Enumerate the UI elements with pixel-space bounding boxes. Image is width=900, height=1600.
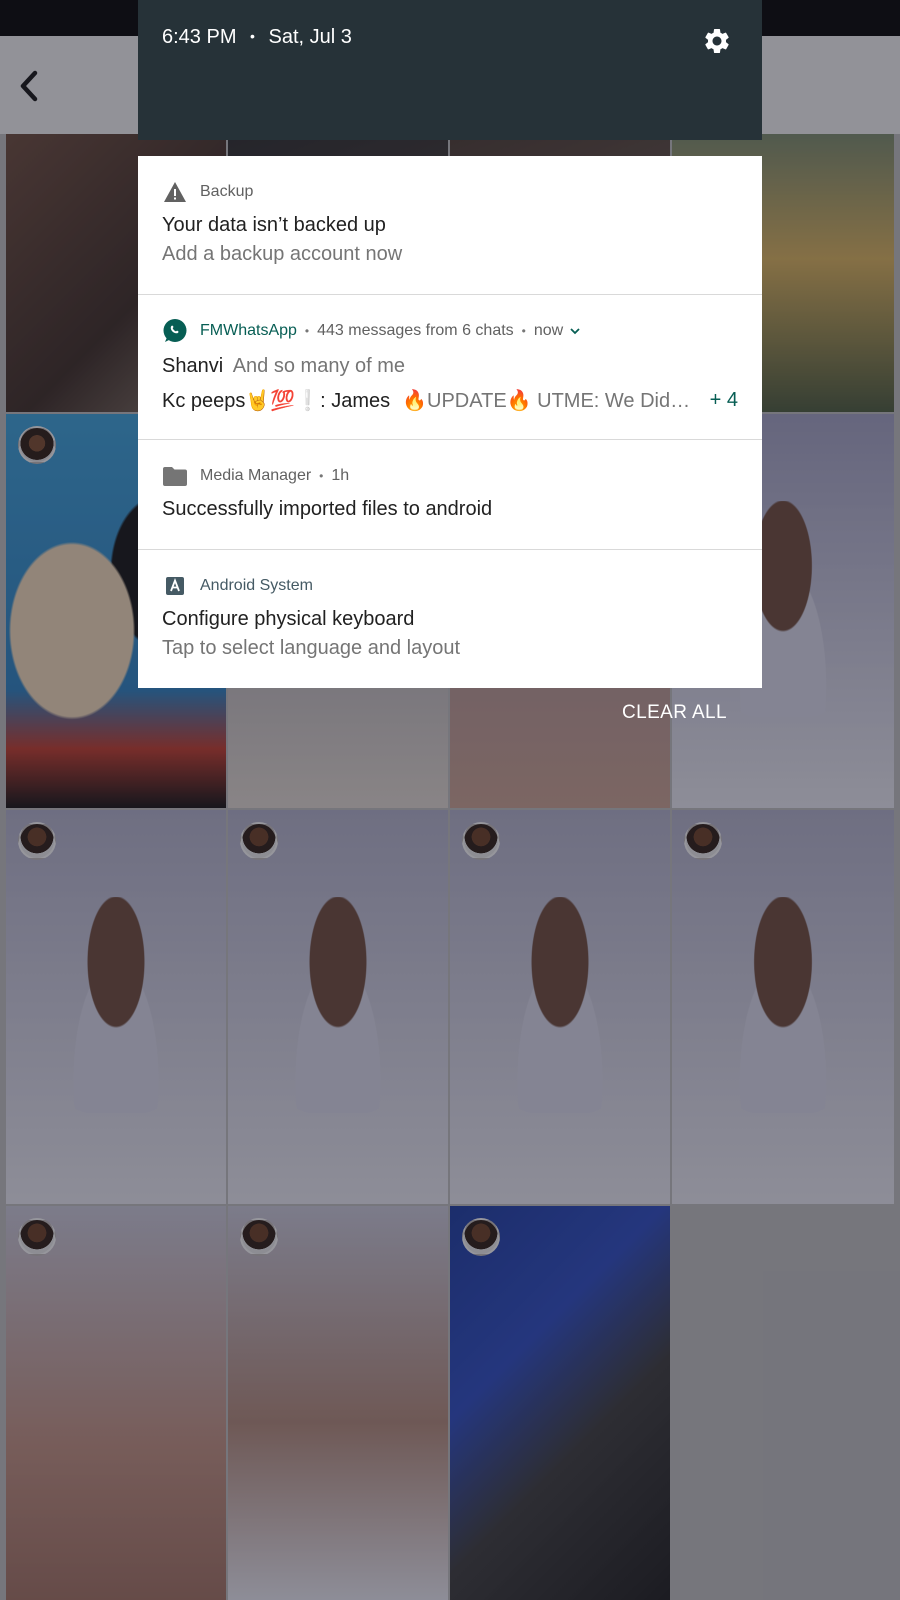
separator-dot: • <box>304 324 310 338</box>
notification-header: FMWhatsApp • 443 messages from 6 chats •… <box>162 319 738 343</box>
notification-whatsapp[interactable]: FMWhatsApp • 443 messages from 6 chats •… <box>138 295 762 440</box>
notification-backup[interactable]: Backup Your data isn’t backed up Add a b… <box>138 156 762 295</box>
notification-title: Successfully imported files to android <box>162 498 493 520</box>
settings-button[interactable] <box>702 26 732 56</box>
notification-app-name: Backup <box>200 183 254 200</box>
message-sender: Kc peeps🤘💯❕: James <box>162 390 391 412</box>
notification-app-name: FMWhatsApp <box>200 322 297 339</box>
notification-header: Backup <box>162 180 738 204</box>
warning-icon <box>162 180 188 204</box>
notification-title: Your data isn’t backed up <box>162 214 386 236</box>
folder-icon <box>162 464 188 488</box>
notification-media-manager[interactable]: Media Manager • 1h Successfully imported… <box>138 440 762 550</box>
notification-list: Backup Your data isn’t backed up Add a b… <box>138 156 762 688</box>
whatsapp-icon <box>162 319 188 343</box>
shade-time: 6:43 PM <box>162 26 237 48</box>
shade-datetime: 6:43 PM • Sat, Jul 3 <box>162 26 352 49</box>
android-a-icon <box>162 574 188 598</box>
notification-text: Add a backup account now <box>162 243 403 265</box>
separator-dot: • <box>521 324 526 338</box>
settings-gear-icon <box>705 28 729 53</box>
notification-title: Configure physical keyboard <box>162 608 415 630</box>
message-text: And so many of me <box>232 355 406 377</box>
message-line: Shanvi And so many of me <box>162 355 738 378</box>
more-messages-count: + 4 <box>709 389 738 411</box>
notification-time: 1h <box>331 467 350 484</box>
notification-summary: 443 messages from 6 chats <box>317 322 514 339</box>
notification-text: Tap to select language and layout <box>162 637 460 659</box>
chevron-down-icon[interactable] <box>569 326 581 336</box>
message-text: 🔥UPDATE🔥 UTME: We Did… <box>402 390 691 412</box>
notification-app-name: Android System <box>200 577 313 594</box>
notification-android-system[interactable]: Android System Configure physical keyboa… <box>138 550 762 688</box>
separator-dot: • <box>250 28 255 44</box>
notification-header: Android System <box>162 574 738 598</box>
separator-dot: • <box>319 469 324 483</box>
notification-app-name: Media Manager <box>200 467 312 484</box>
notification-header: Media Manager • 1h <box>162 464 738 488</box>
notification-time: now <box>533 322 564 339</box>
notification-shade-header: 6:43 PM • Sat, Jul 3 <box>138 0 762 140</box>
message-line: Kc peeps🤘💯❕: James 🔥UPDATE🔥 UTME: We Did… <box>162 388 738 413</box>
shade-date: Sat, Jul 3 <box>268 26 352 48</box>
message-sender: Shanvi <box>162 355 224 377</box>
clear-all-button[interactable]: CLEAR ALL <box>622 702 727 724</box>
